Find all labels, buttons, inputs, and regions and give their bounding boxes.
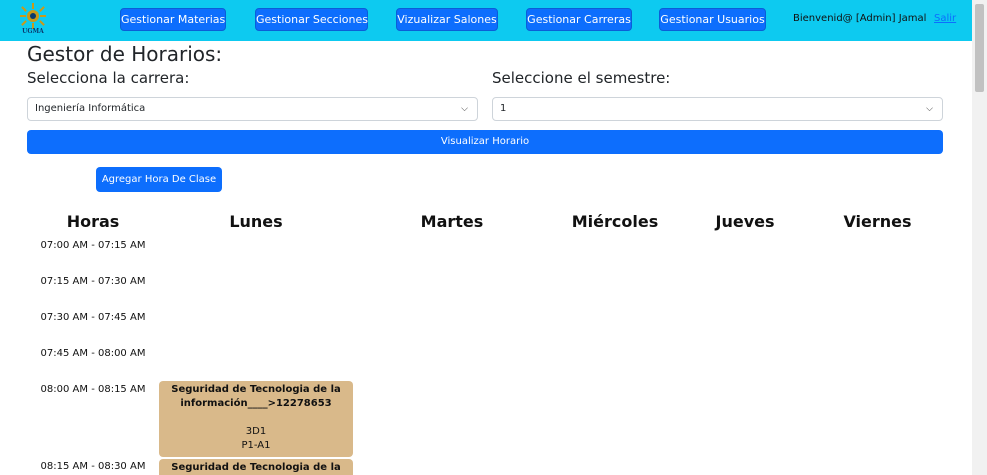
class-section: 3D1 — [245, 426, 267, 437]
time-slot-label: 08:15 AM - 08:30 AM — [40, 461, 146, 472]
logo-text: UGMA — [22, 28, 44, 35]
time-slot-label: 07:00 AM - 07:15 AM — [40, 240, 146, 251]
career-select-value: Ingeniería Informática — [35, 103, 146, 114]
welcome-text: Bienvenid@ [Admin] Jamal — [793, 13, 927, 24]
career-select[interactable]: Ingeniería Informática ⌵ — [27, 97, 478, 121]
sun-emblem-icon — [20, 3, 46, 29]
column-header-jueves: Jueves — [715, 212, 775, 231]
nav-visualizar-salones-button[interactable]: Vizualizar Salones — [396, 8, 498, 31]
nav-gestionar-materias-button[interactable]: Gestionar Materias — [120, 8, 226, 31]
column-header-miercoles: Miércoles — [571, 212, 659, 231]
career-label: Selecciona la carrera: — [27, 69, 190, 87]
class-block[interactable]: Seguridad de Tecnologia de la informació… — [159, 381, 353, 457]
top-navbar: UGMA Gestionar Materias Gestionar Seccio… — [0, 0, 972, 41]
class-name: Seguridad de Tecnologia de la — [171, 462, 341, 473]
chevron-down-icon: ⌵ — [461, 104, 468, 114]
page-title: Gestor de Horarios: — [27, 42, 223, 66]
class-name: Seguridad de Tecnologia de la informació… — [171, 384, 341, 409]
chevron-down-icon: ⌵ — [926, 104, 933, 114]
scrollbar-thumb[interactable] — [975, 4, 984, 92]
class-block[interactable]: Seguridad de Tecnologia de la — [159, 459, 353, 475]
ugma-logo[interactable]: UGMA — [18, 3, 48, 37]
column-header-lunes: Lunes — [229, 212, 283, 231]
time-slot-label: 07:30 AM - 07:45 AM — [40, 312, 146, 323]
column-header-horas: Horas — [66, 212, 120, 231]
add-class-hour-button[interactable]: Agregar Hora De Clase — [96, 167, 222, 192]
time-slot-label: 08:00 AM - 08:15 AM — [40, 384, 146, 395]
semester-label: Seleccione el semestre: — [492, 69, 671, 87]
semester-select[interactable]: 1 ⌵ — [492, 97, 943, 121]
nav-gestionar-secciones-button[interactable]: Gestionar Secciones — [255, 8, 368, 31]
nav-gestionar-carreras-button[interactable]: Gestionar Carreras — [526, 8, 632, 31]
time-slot-label: 07:15 AM - 07:30 AM — [40, 276, 146, 287]
time-slot-label: 07:45 AM - 08:00 AM — [40, 348, 146, 359]
logout-link[interactable]: Salir — [934, 13, 956, 24]
semester-select-value: 1 — [500, 103, 507, 114]
nav-gestionar-usuarios-button[interactable]: Gestionar Usuarios — [659, 8, 766, 31]
column-header-viernes: Viernes — [843, 212, 912, 231]
class-room: P1-A1 — [241, 440, 271, 451]
view-schedule-button[interactable]: Visualizar Horario — [27, 130, 943, 154]
column-header-martes: Martes — [420, 212, 484, 231]
